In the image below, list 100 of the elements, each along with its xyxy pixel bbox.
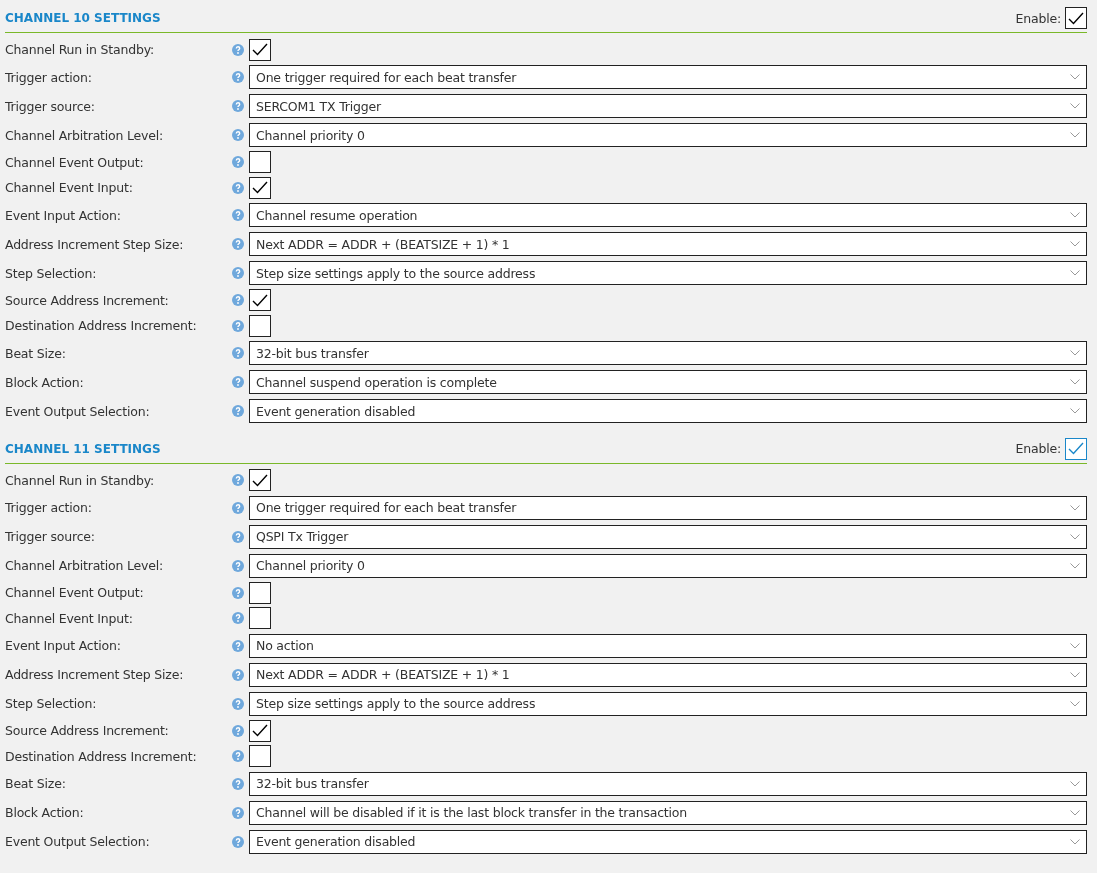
checkmark-icon bbox=[252, 43, 268, 57]
help-icon[interactable] bbox=[232, 267, 244, 279]
dropdown[interactable]: Step size settings apply to the source address bbox=[249, 261, 1087, 285]
field-label: Channel Event Output: bbox=[5, 585, 145, 601]
checkbox[interactable] bbox=[249, 607, 271, 630]
dropdown[interactable]: Event generation disabled bbox=[249, 399, 1087, 423]
dropdown[interactable]: One trigger required for each beat transfer bbox=[249, 495, 1087, 520]
chevron-down-icon bbox=[1070, 132, 1080, 138]
field-label: Source Address Increment: bbox=[5, 292, 170, 308]
chevron-down-icon bbox=[1070, 838, 1080, 845]
help-icon[interactable] bbox=[232, 835, 244, 848]
chevron-down-icon bbox=[1070, 241, 1080, 247]
dropdown[interactable]: Event generation disabled bbox=[249, 829, 1087, 854]
dropdown[interactable]: Channel resume operation bbox=[249, 203, 1087, 227]
help-icon[interactable] bbox=[232, 405, 244, 417]
field-label: Step Selection: bbox=[5, 265, 98, 281]
field-label: Event Input Action: bbox=[5, 638, 122, 653]
help-icon[interactable] bbox=[232, 530, 244, 543]
dropdown[interactable]: Channel priority 0 bbox=[249, 123, 1087, 147]
field-label: Destination Address Increment: bbox=[5, 748, 198, 764]
field-label: Address Increment Step Size: bbox=[5, 236, 185, 252]
field-label: Block Action: bbox=[5, 374, 85, 390]
dropdown[interactable]: One trigger required for each beat transfer bbox=[249, 65, 1087, 89]
help-icon[interactable] bbox=[232, 294, 244, 307]
help-icon[interactable] bbox=[232, 347, 244, 359]
help-icon[interactable] bbox=[232, 697, 244, 710]
checkbox[interactable] bbox=[1065, 437, 1087, 460]
chevron-down-icon bbox=[1070, 504, 1080, 511]
enable-label: Enable: bbox=[1015, 441, 1061, 456]
field-label: Trigger source: bbox=[5, 98, 96, 114]
dropdown[interactable]: Channel priority 0 bbox=[249, 553, 1087, 578]
checkbox[interactable] bbox=[249, 469, 271, 492]
help-icon[interactable] bbox=[232, 501, 244, 514]
field-label: Channel Event Input: bbox=[5, 610, 134, 626]
checkmark-icon bbox=[252, 473, 268, 487]
enable-label: Enable: bbox=[1015, 10, 1061, 26]
field-label: Beat Size: bbox=[5, 345, 67, 361]
dropdown[interactable]: Channel will be disabled if it is the last block transfer in the transaction bbox=[249, 800, 1087, 825]
help-icon[interactable] bbox=[232, 100, 244, 112]
dropdown[interactable]: Step size settings apply to the source address bbox=[249, 691, 1087, 716]
field-label: Trigger action: bbox=[5, 69, 93, 85]
dropdown[interactable]: No action bbox=[249, 633, 1087, 658]
dropdown[interactable]: 32-bit bus transfer bbox=[249, 341, 1087, 365]
field-label: Destination Address Increment: bbox=[5, 318, 198, 334]
help-icon[interactable] bbox=[232, 71, 244, 83]
chevron-down-icon bbox=[1070, 379, 1080, 385]
checkbox[interactable] bbox=[249, 745, 271, 768]
field-label: Address Increment Step Size: bbox=[5, 667, 185, 682]
field-label: Channel Run in Standby: bbox=[5, 472, 155, 488]
help-icon[interactable] bbox=[232, 777, 244, 790]
dropdown[interactable]: 32-bit bus transfer bbox=[249, 771, 1087, 796]
help-icon[interactable] bbox=[232, 319, 244, 332]
help-icon[interactable] bbox=[232, 806, 244, 819]
field-label: Event Output Selection: bbox=[5, 403, 151, 419]
chevron-down-icon bbox=[1070, 212, 1080, 218]
field-label: Beat Size: bbox=[5, 776, 67, 791]
chevron-down-icon bbox=[1070, 350, 1080, 356]
chevron-down-icon bbox=[1070, 270, 1080, 276]
field-label: Channel Run in Standby: bbox=[5, 42, 155, 58]
help-icon[interactable] bbox=[232, 668, 244, 681]
checkbox[interactable] bbox=[249, 151, 271, 174]
checkbox[interactable] bbox=[249, 38, 271, 61]
checkbox[interactable] bbox=[249, 581, 271, 604]
checkbox[interactable] bbox=[249, 176, 271, 199]
dropdown[interactable]: Next ADDR = ADDR + (BEATSIZE + 1) * 1 bbox=[249, 662, 1087, 687]
help-icon[interactable] bbox=[232, 376, 244, 388]
chevron-down-icon bbox=[1070, 562, 1080, 569]
help-icon[interactable] bbox=[232, 43, 244, 56]
chevron-down-icon bbox=[1070, 74, 1080, 80]
help-icon[interactable] bbox=[232, 209, 244, 221]
help-icon[interactable] bbox=[232, 750, 244, 763]
chevron-down-icon bbox=[1070, 671, 1080, 678]
help-icon[interactable] bbox=[232, 156, 244, 169]
field-label: Trigger action: bbox=[5, 500, 93, 515]
chevron-down-icon bbox=[1070, 533, 1080, 540]
checkbox[interactable] bbox=[249, 719, 271, 742]
help-icon[interactable] bbox=[232, 586, 244, 599]
help-icon[interactable] bbox=[232, 129, 244, 141]
help-icon[interactable] bbox=[232, 181, 244, 194]
checkmark-icon bbox=[252, 181, 268, 195]
dropdown[interactable]: QSPI Tx Trigger bbox=[249, 524, 1087, 549]
chevron-down-icon bbox=[1070, 103, 1080, 109]
help-icon[interactable] bbox=[232, 238, 244, 250]
field-label: Channel Event Output: bbox=[5, 154, 145, 170]
dropdown[interactable]: Next ADDR = ADDR + (BEATSIZE + 1) * 1 bbox=[249, 232, 1087, 256]
help-icon[interactable] bbox=[232, 474, 244, 487]
help-icon[interactable] bbox=[232, 559, 244, 572]
field-label: Source Address Increment: bbox=[5, 723, 170, 739]
checkbox[interactable] bbox=[249, 289, 271, 312]
dropdown[interactable]: SERCOM1 TX Trigger bbox=[249, 94, 1087, 118]
help-icon[interactable] bbox=[232, 724, 244, 737]
dropdown[interactable]: Channel suspend operation is complete bbox=[249, 370, 1087, 394]
checkbox[interactable] bbox=[249, 314, 271, 337]
field-label: Event Input Action: bbox=[5, 207, 122, 223]
help-icon[interactable] bbox=[232, 612, 244, 625]
help-icon[interactable] bbox=[232, 639, 244, 652]
checkmark-icon bbox=[252, 293, 268, 307]
chevron-down-icon bbox=[1070, 408, 1080, 414]
chevron-down-icon bbox=[1070, 780, 1080, 787]
field-label: Channel Arbitration Level: bbox=[5, 558, 164, 573]
